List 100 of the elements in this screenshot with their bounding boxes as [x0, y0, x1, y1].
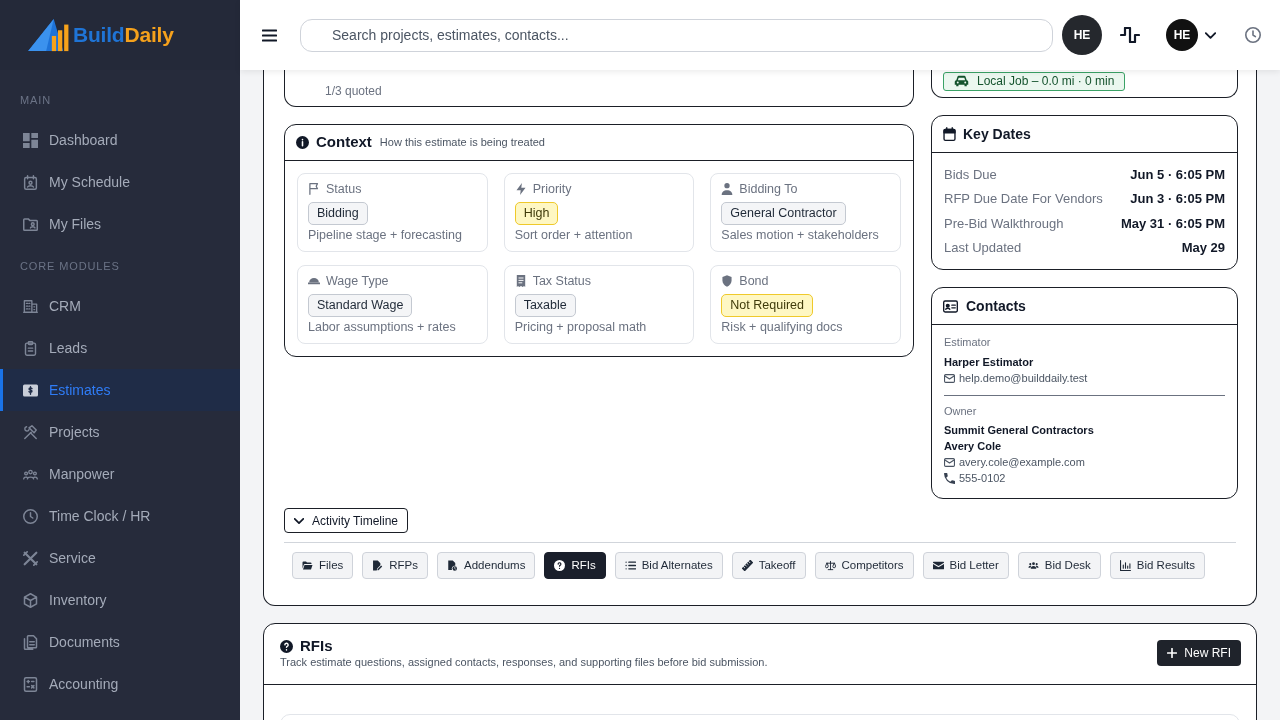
field-description: Labor assumptions + rates [308, 319, 456, 335]
contact-role: Owner [944, 404, 977, 419]
sidebar-item[interactable]: My Files [0, 203, 240, 245]
value-badge: General Contractor [721, 202, 846, 225]
clock-icon[interactable] [1245, 27, 1261, 43]
folder-icon [23, 216, 38, 232]
contact-phone: 555-0102 [959, 471, 1006, 487]
card-title: RFIs [300, 635, 333, 656]
tab[interactable]: Bid Letter [922, 552, 1009, 580]
field-description: Sort order + attention [514, 227, 633, 243]
sidebar-item[interactable]: Dashboard [0, 119, 240, 161]
quote-status: 1/3 quoted [325, 84, 382, 98]
id-card-icon [943, 299, 958, 313]
sidebar-item[interactable]: Documents [0, 621, 240, 663]
calculator-icon [23, 676, 38, 692]
new-rfi-button[interactable]: New RFI [1157, 640, 1241, 666]
field-label: Wage Type [326, 272, 389, 290]
hard-hat-icon [308, 275, 320, 287]
field-label: Priority [532, 180, 572, 198]
tab[interactable]: Takeoff [731, 552, 806, 580]
bar-chart-icon [1119, 560, 1131, 572]
tab[interactable]: Bid Alternates [614, 552, 723, 580]
cube-icon [23, 592, 38, 608]
card-title: Key Dates [963, 124, 1031, 144]
value-badge: High [514, 202, 559, 225]
search-field[interactable]: Search projects, estimates, contacts... [300, 18, 1053, 52]
question-icon [280, 639, 293, 653]
sidebar-item[interactable]: Time Clock / HR [0, 495, 240, 537]
field-label: Bidding To [739, 180, 798, 198]
section-label: CORE MODULES [20, 259, 120, 274]
tab[interactable]: RFPs [362, 552, 429, 580]
calendar-icon [943, 127, 956, 141]
sidebar-item[interactable]: Service [0, 537, 240, 579]
date-value: May 29 [1181, 239, 1225, 258]
field-description: Risk + qualifying docs [721, 319, 843, 335]
date-label: RFP Due Date For Vendors [944, 190, 1103, 209]
company-name: Summit General Contractors [944, 423, 1094, 439]
file-pen-icon [372, 560, 384, 572]
date-label: Bids Due [944, 165, 997, 184]
sidebar-item[interactable]: Inventory [0, 579, 240, 621]
tab[interactable]: Bid Desk [1017, 552, 1101, 580]
tools-icon [23, 424, 38, 440]
value-badge: Taxable [514, 294, 576, 317]
travel-badge: Local Job – 0.0 mi · 0 min [943, 71, 1126, 91]
envelope-icon [944, 373, 955, 383]
date-value: Jun 3 · 6:05 PM [1130, 190, 1225, 209]
envelope-icon [944, 457, 955, 467]
contact-email: help.demo@builddaily.test [959, 371, 1088, 387]
field-label: Tax Status [532, 272, 592, 290]
user-avatar[interactable]: HE [1062, 15, 1102, 55]
info-icon [296, 136, 309, 149]
chevron-down-icon[interactable] [1205, 31, 1216, 39]
tab[interactable]: Competitors [814, 552, 914, 580]
tab[interactable]: Bid Results [1109, 552, 1205, 580]
card-subtitle: How this estimate is being treated [379, 135, 545, 151]
car-icon [954, 75, 969, 87]
crossed-tools-icon [23, 550, 38, 566]
logo-icon [27, 17, 71, 53]
chevron-down-icon [294, 517, 304, 524]
field-description: Pipeline stage + forecasting [308, 227, 462, 243]
shield-icon [721, 275, 734, 287]
documents-icon [23, 634, 38, 650]
activity-timeline-toggle[interactable]: Activity Timeline [284, 508, 409, 534]
sidebar-item[interactable]: Leads [0, 327, 240, 369]
sidebar-item[interactable]: Accounting [0, 663, 240, 705]
flag-icon [308, 183, 320, 195]
pulse-icon[interactable] [1120, 27, 1140, 43]
contact-name: Avery Cole [944, 439, 1002, 455]
ruler-icon [741, 560, 753, 572]
envelope-icon [932, 560, 944, 572]
tab[interactable]: RFIs [544, 552, 606, 580]
tab[interactable]: Addendums [437, 552, 536, 580]
bolt-icon [514, 183, 527, 195]
file-clock-icon [447, 560, 459, 572]
contact-name: Harper Estimator [944, 355, 1034, 371]
scale-icon [824, 560, 836, 572]
card-title: Context [316, 132, 372, 153]
field-description: Sales motion + stakeholders [721, 227, 879, 243]
sidebar-item[interactable]: My Schedule [0, 161, 240, 203]
calendar-icon [23, 174, 38, 190]
date-label: Pre-Bid Walkthrough [944, 214, 1064, 233]
question-icon [554, 560, 566, 572]
menu-icon[interactable] [262, 28, 277, 42]
date-label: Last Updated [944, 239, 1022, 258]
tab[interactable]: Files [292, 552, 354, 580]
date-value: May 31 · 6:05 PM [1120, 214, 1225, 233]
card-subtitle: Track estimate questions, assigned contacts, responses, and supporting files before bid submission. [280, 655, 768, 669]
field-label: Status [326, 180, 362, 198]
sidebar-item[interactable]: CRM [0, 285, 240, 327]
clock-icon [23, 508, 38, 524]
contact-role: Estimator [944, 335, 991, 350]
sidebar-item[interactable]: Estimates [0, 369, 240, 411]
user-avatar[interactable]: HE [1166, 19, 1198, 51]
card-title: Contacts [966, 296, 1026, 316]
sidebar-item[interactable]: Manpower [0, 453, 240, 495]
section-label: MAIN [20, 93, 52, 108]
logo-wordmark: BuildDaily [73, 22, 174, 48]
receipt-icon [514, 275, 527, 287]
contact-email: avery.cole@example.com [959, 455, 1085, 471]
sidebar-item[interactable]: Projects [0, 411, 240, 453]
